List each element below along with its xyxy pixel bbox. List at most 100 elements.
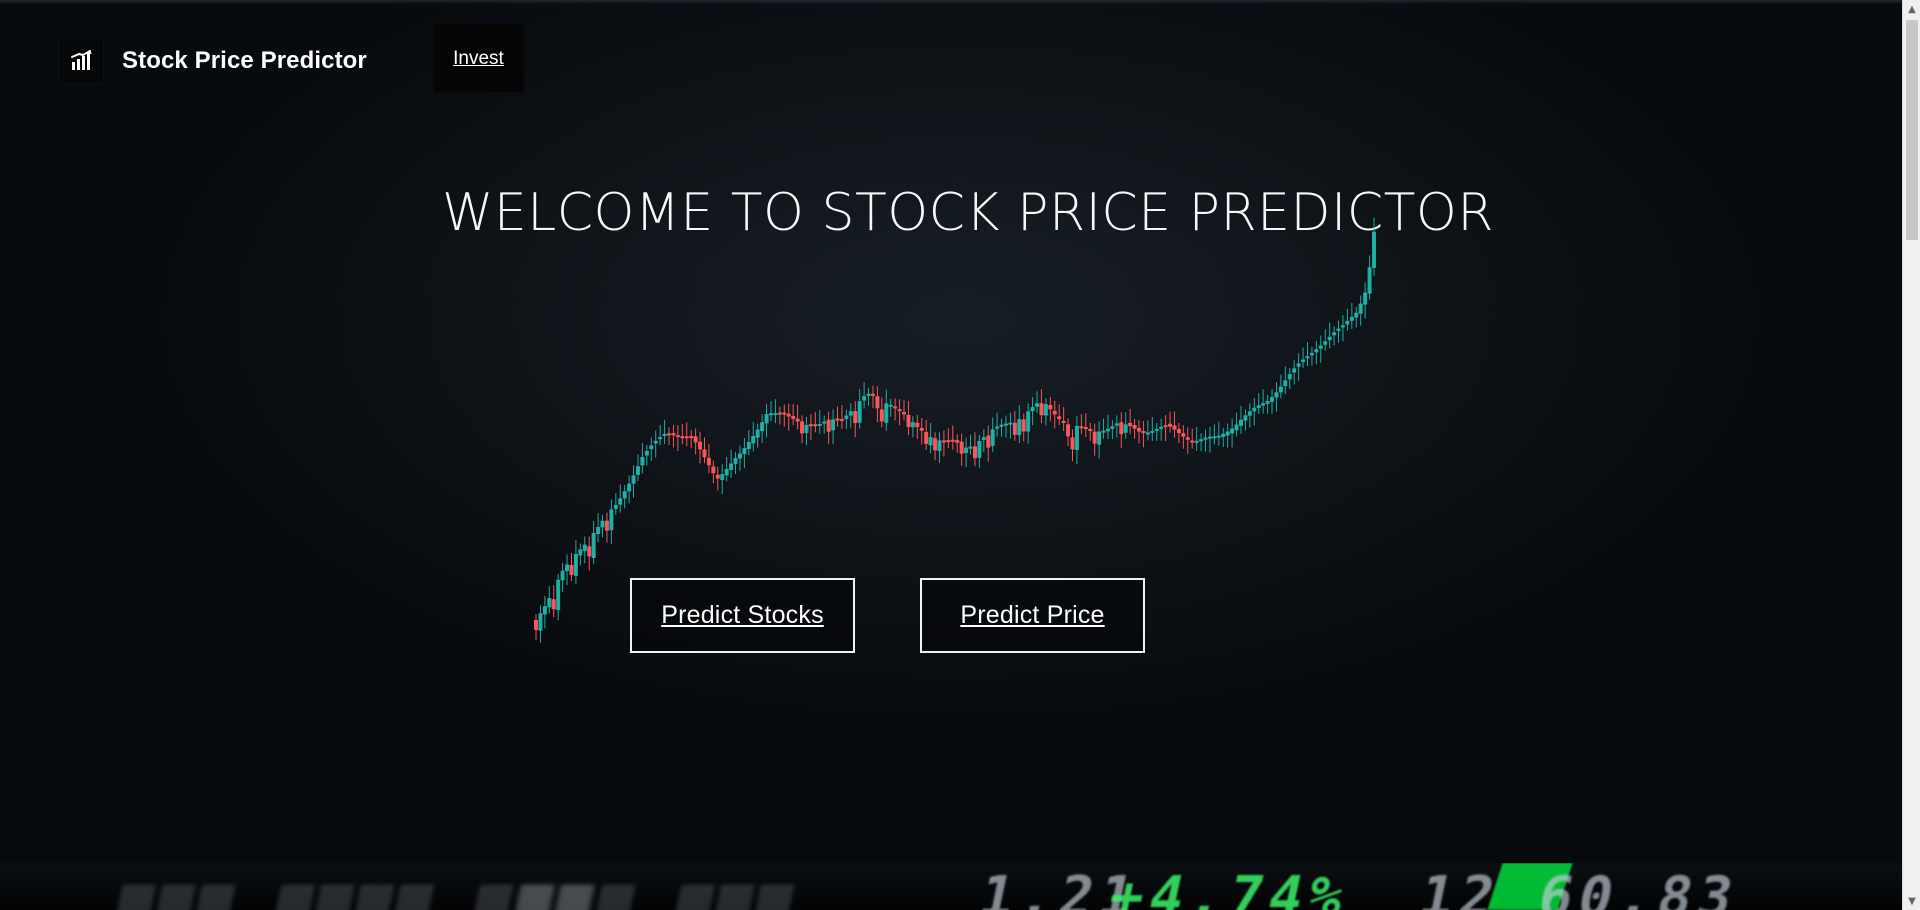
candle-body bbox=[671, 433, 676, 436]
candle-body bbox=[724, 469, 729, 476]
candle-body bbox=[658, 437, 663, 440]
candle-body bbox=[1052, 410, 1057, 415]
candle-body bbox=[1278, 386, 1283, 393]
ticker-background: ■■■ ■■■■ ■■■ ■■■ ■■■ 1.21 +4.74% 12 60.8… bbox=[0, 863, 1902, 910]
candle-body bbox=[1114, 423, 1119, 426]
candle-body bbox=[1283, 380, 1288, 387]
brand-title: Stock Price Predictor bbox=[122, 47, 367, 74]
candle-body bbox=[689, 436, 694, 439]
candle-body bbox=[782, 412, 787, 415]
candle-body bbox=[1358, 303, 1363, 314]
candle-body bbox=[1336, 328, 1341, 331]
candle-body bbox=[1021, 419, 1026, 432]
candle-body bbox=[915, 422, 920, 428]
candle-body bbox=[1363, 292, 1368, 305]
candle-body bbox=[866, 393, 871, 396]
candle-body bbox=[1261, 403, 1266, 406]
candle-body bbox=[1203, 437, 1208, 440]
candle-body bbox=[1247, 411, 1252, 416]
candle-body bbox=[1083, 427, 1088, 430]
candle-body bbox=[1003, 423, 1008, 426]
candle-body bbox=[720, 474, 725, 481]
predict-stocks-button[interactable]: Predict Stocks bbox=[630, 578, 855, 653]
candle-body bbox=[1159, 426, 1164, 429]
candle-body bbox=[662, 434, 667, 436]
candle-body bbox=[755, 429, 760, 438]
candle-body bbox=[1332, 332, 1337, 336]
candle-body bbox=[986, 435, 991, 448]
candle-body bbox=[693, 436, 698, 443]
candle-body bbox=[1043, 404, 1048, 416]
candle-body bbox=[835, 418, 840, 421]
candle-body bbox=[1168, 423, 1173, 427]
predict-price-button[interactable]: Predict Price bbox=[920, 578, 1145, 653]
candle-body bbox=[667, 433, 672, 436]
candle-body bbox=[848, 411, 853, 416]
candle-body bbox=[1145, 432, 1150, 435]
candle-body bbox=[1154, 428, 1159, 431]
candle-body bbox=[955, 440, 960, 443]
candle-body bbox=[1256, 405, 1261, 408]
candle-body bbox=[919, 427, 924, 431]
candle-body bbox=[569, 565, 574, 576]
candle-body bbox=[1296, 363, 1301, 367]
candle-body bbox=[1163, 425, 1168, 428]
candle-body bbox=[1265, 401, 1270, 404]
candle-body bbox=[1039, 403, 1044, 416]
candle-body bbox=[698, 441, 703, 450]
scroll-up-arrow[interactable]: ▲ bbox=[1903, 0, 1920, 18]
candle-body bbox=[702, 449, 707, 458]
candle-body bbox=[804, 424, 809, 434]
ticker-value-3: 12 60.83 bbox=[1413, 865, 1745, 910]
hero-actions: Predict Stocks Predict Price bbox=[630, 578, 1145, 653]
candle-body bbox=[1238, 419, 1243, 426]
candle-body bbox=[959, 441, 964, 454]
candle-body bbox=[1318, 345, 1323, 349]
candle-body bbox=[1172, 425, 1177, 430]
candle-body bbox=[551, 599, 556, 610]
candle-body bbox=[1221, 433, 1226, 438]
candle-body bbox=[928, 437, 933, 446]
candle-body bbox=[1101, 430, 1106, 433]
candle-body bbox=[1017, 419, 1022, 436]
candle-body bbox=[813, 424, 818, 427]
candle-body bbox=[1287, 374, 1292, 380]
candle-body bbox=[1309, 352, 1314, 356]
candle-body bbox=[1190, 440, 1195, 443]
candle-body bbox=[1199, 439, 1204, 442]
candle-body bbox=[972, 446, 977, 459]
candle-body bbox=[1305, 356, 1310, 359]
candle-body bbox=[999, 424, 1004, 427]
candle-body bbox=[1123, 424, 1128, 433]
scroll-thumb[interactable] bbox=[1906, 20, 1918, 240]
candle-body bbox=[902, 412, 907, 415]
candle-body bbox=[822, 421, 827, 424]
candle-body bbox=[990, 429, 995, 446]
candle-body bbox=[591, 532, 596, 558]
candle-body bbox=[1234, 424, 1239, 431]
brand[interactable]: Stock Price Predictor bbox=[58, 38, 367, 84]
candle-body bbox=[582, 544, 587, 552]
candle-body bbox=[1225, 431, 1230, 436]
candle-body bbox=[609, 509, 614, 531]
candle-body bbox=[534, 620, 538, 630]
candle-body bbox=[600, 520, 605, 528]
candle-body bbox=[946, 440, 951, 443]
candle-body bbox=[1372, 231, 1376, 268]
nav-invest[interactable]: Invest bbox=[433, 24, 524, 93]
candle-body bbox=[1030, 407, 1035, 412]
vertical-scrollbar[interactable]: ▲ ▼ bbox=[1902, 0, 1920, 910]
candle-body bbox=[729, 463, 734, 470]
candle-body bbox=[937, 440, 942, 451]
candle-body bbox=[817, 423, 822, 426]
scroll-down-arrow[interactable]: ▼ bbox=[1903, 892, 1920, 910]
candle-body bbox=[1119, 422, 1124, 435]
candle-body bbox=[675, 435, 680, 438]
candle-body bbox=[578, 549, 583, 556]
candle-body bbox=[862, 396, 867, 401]
candle-body bbox=[910, 422, 915, 428]
candle-body bbox=[622, 491, 627, 499]
candle-body bbox=[604, 520, 609, 531]
candle-body bbox=[1292, 368, 1297, 373]
candle-body bbox=[737, 453, 742, 459]
